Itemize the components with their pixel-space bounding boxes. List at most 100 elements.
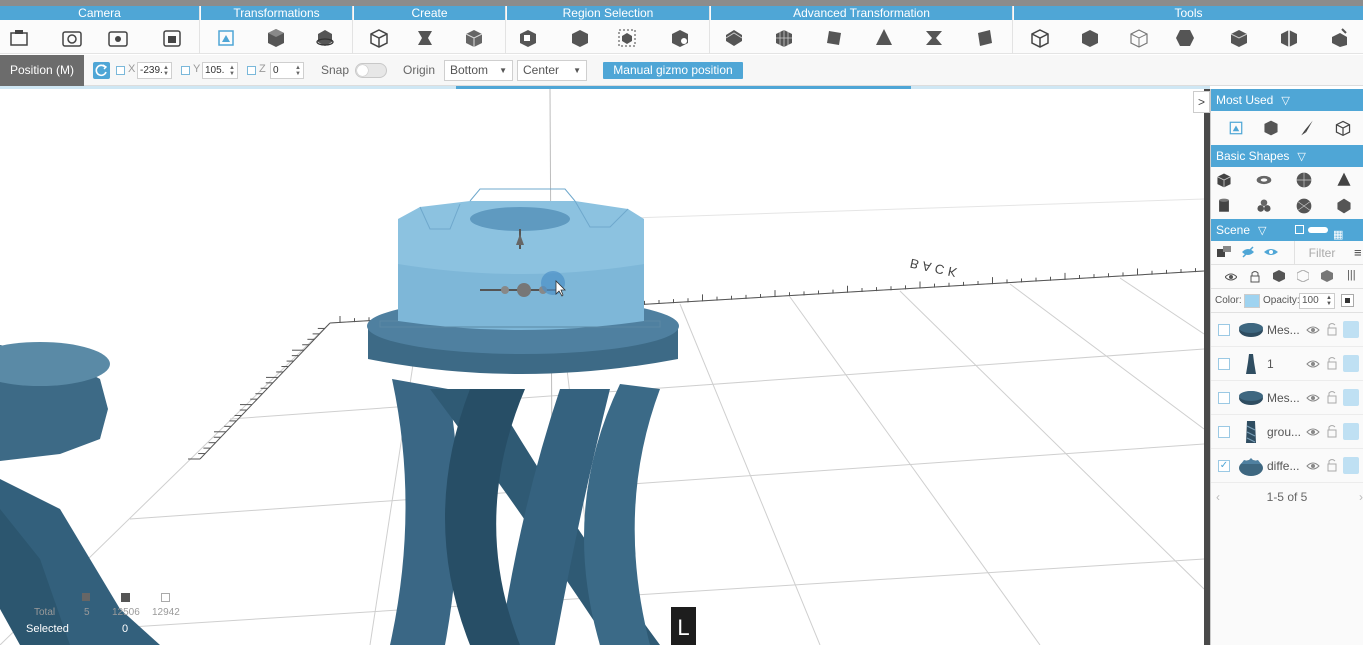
- columns-icon[interactable]: |||: [1347, 269, 1356, 281]
- pager-prev-icon[interactable]: ‹: [1216, 483, 1220, 511]
- taper-icon[interactable]: [923, 27, 945, 49]
- lock-icon[interactable]: [1326, 322, 1338, 336]
- cone-icon[interactable]: [873, 27, 895, 49]
- show-all-icon[interactable]: [1263, 245, 1279, 259]
- visibility-eye-icon[interactable]: [1306, 425, 1320, 439]
- object-box-icon[interactable]: [1343, 423, 1359, 440]
- camera-snapshot-icon[interactable]: [61, 27, 83, 49]
- camera-front-icon[interactable]: [8, 27, 30, 49]
- cube-shape-icon[interactable]: [1215, 171, 1233, 189]
- rotate-icon[interactable]: [314, 27, 336, 49]
- z-field[interactable]: 0 ▲ ▼: [270, 62, 304, 79]
- lock-icon[interactable]: [1326, 390, 1338, 404]
- create-shape-icon[interactable]: [414, 27, 436, 49]
- solid-column-icon[interactable]: [1273, 270, 1285, 282]
- inspect-icon[interactable]: [1334, 119, 1352, 137]
- object-box-icon[interactable]: [1343, 355, 1359, 372]
- blob-shape-icon[interactable]: [1255, 197, 1273, 215]
- visibility-eye-icon[interactable]: [1306, 323, 1320, 337]
- z-lock-checkbox[interactable]: [247, 66, 256, 75]
- visibility-eye-icon[interactable]: [1306, 391, 1320, 405]
- visibility-column-icon[interactable]: [1224, 271, 1238, 283]
- repair-icon[interactable]: [1228, 27, 1250, 49]
- opacity-apply-button[interactable]: [1341, 294, 1354, 307]
- object-checkbox[interactable]: [1218, 358, 1230, 370]
- geosphere-shape-icon[interactable]: [1295, 197, 1313, 215]
- scene-object-row[interactable]: Mes...: [1211, 313, 1363, 347]
- refresh-icon[interactable]: [93, 62, 110, 79]
- visibility-eye-icon[interactable]: [1306, 459, 1320, 473]
- object-box-icon[interactable]: [1343, 389, 1359, 406]
- filter-input[interactable]: Filter: [1294, 241, 1349, 265]
- object-checkbox[interactable]: [1218, 392, 1230, 404]
- object-checkbox[interactable]: [1218, 324, 1230, 336]
- wireframe-icon[interactable]: [1128, 27, 1150, 49]
- hollow-icon[interactable]: [1174, 27, 1196, 49]
- hide-all-icon[interactable]: [1241, 245, 1255, 259]
- region-box-icon[interactable]: [569, 27, 591, 49]
- twist-icon[interactable]: [823, 27, 845, 49]
- lock-icon[interactable]: [1326, 458, 1338, 472]
- color-swatch[interactable]: [1244, 294, 1260, 308]
- manual-gizmo-button[interactable]: Manual gizmo position: [603, 62, 743, 79]
- camera-settings-icon[interactable]: [107, 27, 129, 49]
- object-box-icon[interactable]: [1343, 321, 1359, 338]
- torus-shape-icon[interactable]: [1255, 171, 1273, 189]
- view-toggle-square-icon[interactable]: [1295, 225, 1304, 234]
- scene-object-row[interactable]: ✓ diffe...: [1211, 449, 1363, 483]
- scene-select-icon[interactable]: [1217, 246, 1231, 258]
- x-field[interactable]: -239. ▲ ▼: [137, 62, 172, 79]
- most-used-header[interactable]: Most Used ▽: [1211, 89, 1363, 111]
- magic-icon[interactable]: [1328, 27, 1350, 49]
- lock-icon[interactable]: [1326, 356, 1338, 370]
- split-icon[interactable]: [1278, 27, 1300, 49]
- lock-icon[interactable]: [1326, 424, 1338, 438]
- camera-reset-icon[interactable]: [161, 27, 183, 49]
- create-mesh-icon[interactable]: [463, 27, 485, 49]
- scene-object-row[interactable]: grou...: [1211, 415, 1363, 449]
- polyhedron-shape-icon[interactable]: [1335, 197, 1353, 215]
- scene-object-row[interactable]: 1: [1211, 347, 1363, 381]
- 3d-viewport[interactable]: BACK: [0, 89, 1204, 645]
- origin-vertical-select[interactable]: Bottom ▼: [444, 60, 513, 81]
- object-checkbox-checked[interactable]: ✓: [1218, 460, 1230, 472]
- scene-object-row[interactable]: Mes...: [1211, 381, 1363, 415]
- shaded-column-icon[interactable]: [1321, 270, 1333, 282]
- scene-canvas[interactable]: BACK: [0, 89, 1204, 645]
- solidify-icon[interactable]: [1079, 27, 1101, 49]
- scale-icon[interactable]: [1262, 119, 1280, 137]
- x-lock-checkbox[interactable]: [116, 66, 125, 75]
- origin-horizontal-select[interactable]: Center ▼: [517, 60, 587, 81]
- pager-next-icon[interactable]: ›: [1359, 483, 1363, 511]
- opacity-field[interactable]: 100 ▲ ▼: [1299, 293, 1335, 309]
- snap-toggle[interactable]: [355, 63, 387, 78]
- filter-icon[interactable]: ▽: [1281, 90, 1289, 112]
- collapse-panel-button[interactable]: >: [1193, 91, 1210, 113]
- y-lock-checkbox[interactable]: [181, 66, 190, 75]
- region-paint-icon[interactable]: [669, 27, 691, 49]
- extrude-icon[interactable]: [973, 27, 995, 49]
- visibility-eye-icon[interactable]: [1306, 357, 1320, 371]
- lock-column-icon[interactable]: [1250, 270, 1260, 283]
- object-checkbox[interactable]: [1218, 426, 1230, 438]
- filter-icon[interactable]: ▽: [1297, 146, 1305, 168]
- region-select-icon[interactable]: [517, 27, 539, 49]
- select-move-icon[interactable]: [215, 27, 237, 49]
- create-box-icon[interactable]: [368, 27, 390, 49]
- wire-column-icon[interactable]: [1296, 269, 1310, 283]
- cone-shape-icon[interactable]: [1335, 171, 1353, 189]
- sphere-shape-icon[interactable]: [1295, 171, 1313, 189]
- select-move-icon[interactable]: [1227, 119, 1245, 137]
- view-slider[interactable]: [1308, 227, 1328, 233]
- brush-icon[interactable]: [1298, 119, 1316, 137]
- inspect-icon[interactable]: [1029, 27, 1051, 49]
- basic-shapes-header[interactable]: Basic Shapes ▽: [1211, 145, 1363, 167]
- scene-header[interactable]: Scene ▽ ▦: [1211, 219, 1363, 241]
- scale-icon[interactable]: [265, 27, 287, 49]
- y-field[interactable]: 105. ▲ ▼: [202, 62, 238, 79]
- bend-icon[interactable]: [723, 27, 745, 49]
- lattice-icon[interactable]: [773, 27, 795, 49]
- filter-icon[interactable]: ▽: [1258, 220, 1266, 242]
- menu-icon[interactable]: ≡: [1354, 245, 1362, 260]
- region-bounds-icon[interactable]: [616, 27, 638, 49]
